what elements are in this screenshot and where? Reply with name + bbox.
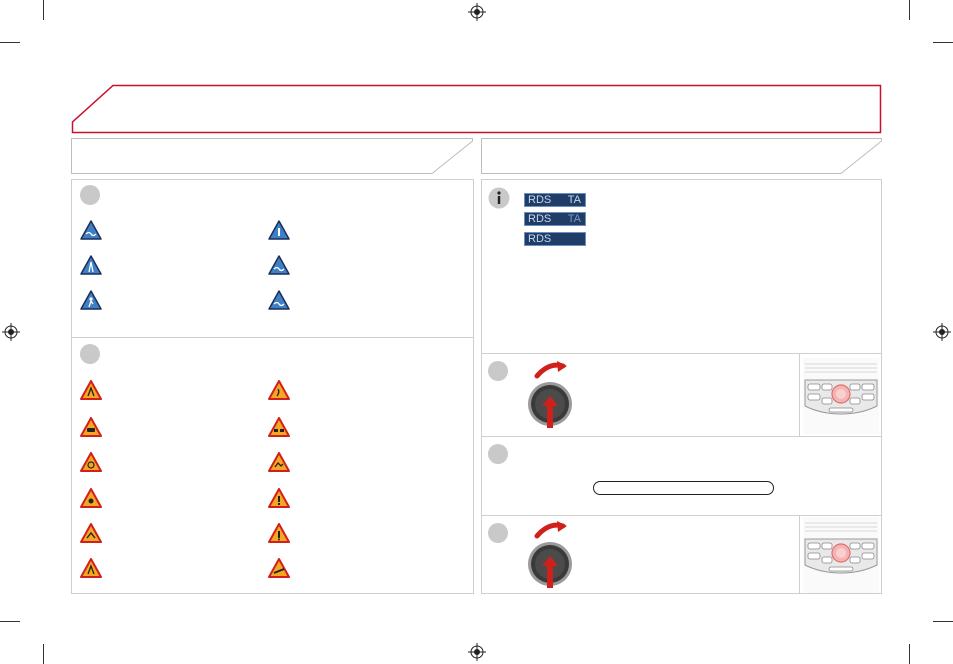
right-panel-divider (799, 354, 800, 436)
info-sign-icon (268, 220, 290, 240)
step-bullet (488, 523, 508, 543)
exclamation-icon (268, 488, 290, 508)
rds-display: RDS TA (524, 193, 586, 207)
rds-label: RDS (528, 233, 552, 245)
car-crash-icon (80, 417, 102, 437)
hazard-dot-icon (80, 452, 102, 472)
registration-mark-icon (933, 323, 951, 341)
car-icon (80, 488, 102, 508)
crop-mark (933, 621, 953, 622)
step-bullet (80, 185, 100, 205)
left-panel-divider (71, 337, 474, 338)
wave-sign-icon (80, 220, 102, 240)
rotary-knob-icon (528, 521, 572, 588)
road-works-icon (80, 380, 102, 400)
registration-mark-icon (468, 3, 486, 21)
ta-label: TA (567, 213, 581, 225)
step-bullet (488, 361, 508, 381)
ta-label: TA (567, 194, 581, 206)
crop-mark (43, 644, 44, 664)
rds-display: RDS TA (524, 212, 586, 226)
crop-mark (909, 0, 910, 20)
car-skid-icon (268, 558, 290, 578)
crop-mark (933, 42, 953, 43)
right-panel-divider (799, 516, 800, 594)
rds-display: RDS (524, 232, 586, 246)
page-title-frame (71, 84, 882, 134)
crop-mark (909, 644, 910, 664)
right-panel-divider (481, 436, 882, 437)
person-icon (80, 523, 102, 543)
right-panel-divider (481, 353, 882, 354)
radio-unit-icon (803, 358, 879, 434)
rotary-knob-icon (528, 361, 572, 428)
person-sign-icon (80, 290, 102, 310)
radio-unit-icon (803, 517, 879, 593)
right-section-heading-frame (481, 138, 882, 174)
registration-mark-icon (468, 643, 486, 661)
car-skid-icon (268, 523, 290, 543)
thermometer-icon (268, 452, 290, 472)
left-section-heading-frame (71, 138, 473, 174)
manual-page: { "page": { "title": "", "left_section_h… (0, 0, 953, 664)
menu-entry-outline (593, 481, 774, 495)
traffic-jam-icon (268, 417, 290, 437)
registration-mark-icon (2, 323, 20, 341)
crop-mark (0, 42, 20, 43)
wave-sign-icon (268, 255, 290, 275)
rds-label: RDS (528, 213, 552, 225)
wave-sign-icon (268, 290, 290, 310)
road-works-icon (80, 558, 102, 578)
step-bullet (80, 344, 100, 364)
crop-mark (43, 0, 44, 20)
slippery-road-icon (268, 380, 290, 400)
road-sign-icon (80, 255, 102, 275)
info-icon (488, 187, 510, 209)
step-bullet (488, 444, 508, 464)
crop-mark (0, 621, 20, 622)
rds-label: RDS (528, 194, 552, 206)
